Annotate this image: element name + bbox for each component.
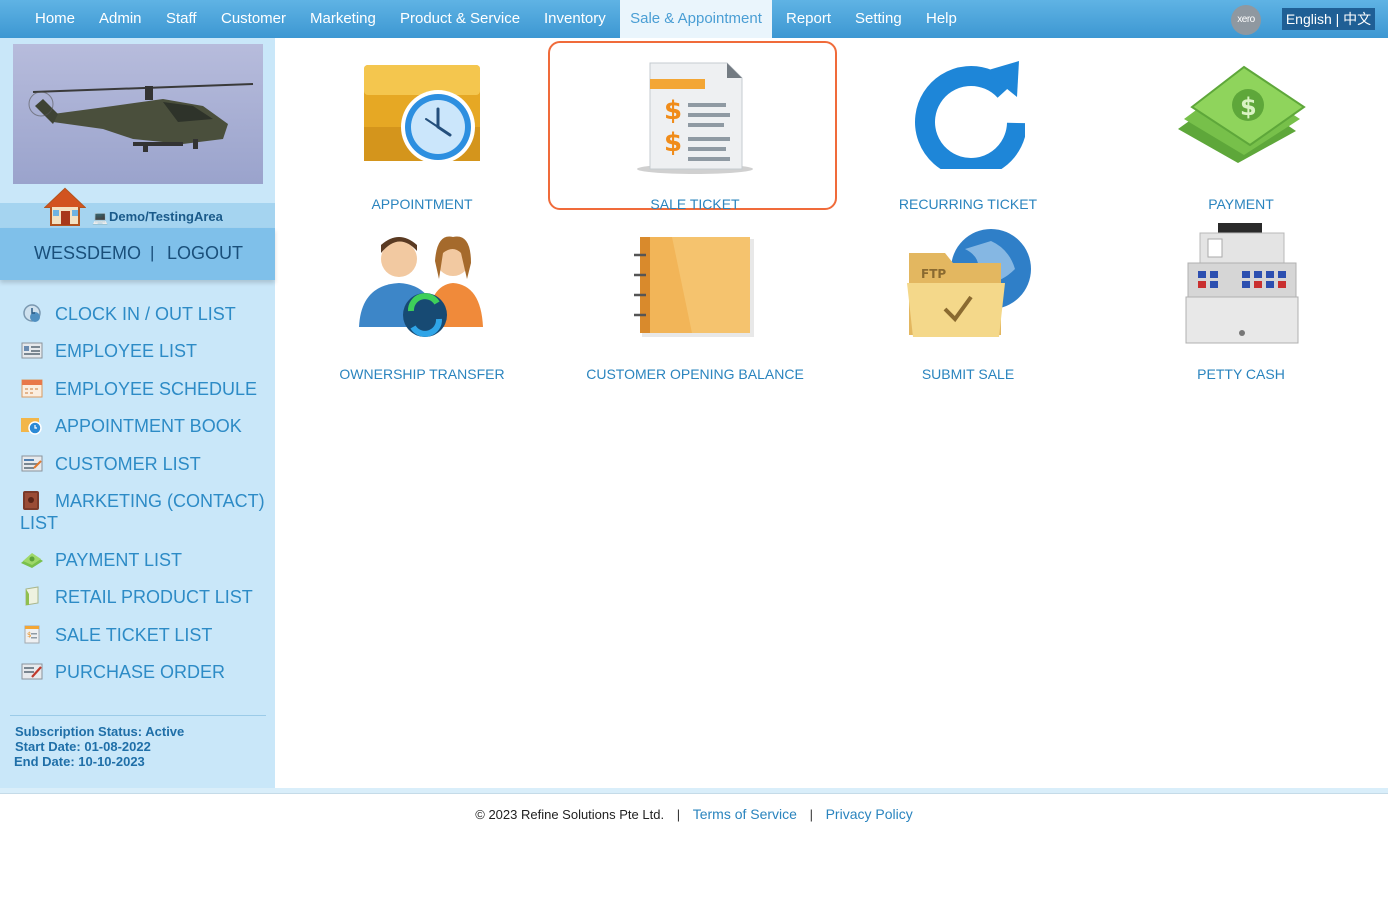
sidebar-item-customer-list[interactable]: CUSTOMER LIST <box>20 453 270 475</box>
nav-help[interactable]: Help <box>926 0 957 38</box>
tile-label: PAYMENT <box>1208 196 1274 212</box>
ftp-folder-icon: FTP <box>907 229 1031 337</box>
menu-label: CUSTOMER LIST <box>55 454 201 474</box>
money-icon <box>21 553 43 568</box>
nav-sale-appointment[interactable]: Sale & Appointment <box>620 0 772 38</box>
nav-product-service[interactable]: Product & Service <box>400 0 520 38</box>
sidebar-item-retail-product-list[interactable]: RETAIL PRODUCT LIST <box>20 586 270 608</box>
notebook-icon <box>634 237 754 337</box>
tile-label: RECURRING TICKET <box>898 196 1038 212</box>
copyright-text: © 2023 Refine Solutions Pte Ltd. <box>475 807 665 822</box>
appointment-clock-icon <box>364 65 480 164</box>
demo-area-label: Demo/TestingArea <box>109 209 223 224</box>
menu-label: PAYMENT LIST <box>55 550 183 570</box>
sidebar-item-payment-list[interactable]: PAYMENT LIST <box>20 549 270 571</box>
nav-admin[interactable]: Admin <box>99 0 142 38</box>
sale-ticket-icon: $ $ <box>637 62 753 174</box>
appointment-icon <box>21 418 42 435</box>
svg-text:$: $ <box>664 96 682 126</box>
cash-register-icon <box>1185 223 1299 344</box>
nav-marketing[interactable]: Marketing <box>310 0 376 38</box>
top-nav: Home Admin Staff Customer Marketing Prod… <box>0 0 1388 38</box>
menu-label: CLOCK IN / OUT LIST <box>55 304 236 324</box>
svg-text:$: $ <box>664 128 682 158</box>
menu-label: APPOINTMENT BOOK <box>55 416 242 436</box>
subscription-end-date: End Date: 10-10-2023 <box>14 754 145 769</box>
sidebar-item-sale-ticket-list[interactable]: $ SALE TICKET LIST <box>20 624 270 646</box>
tile-petty-cash[interactable]: PETTY CASH <box>1106 217 1376 382</box>
menu-label: EMPLOYEE LIST <box>55 341 198 361</box>
cash-icon: $ <box>1178 65 1306 163</box>
tile-sale-ticket[interactable]: $ $ SALE TICKET <box>560 47 830 212</box>
people-transfer-icon <box>359 236 483 337</box>
username-link[interactable]: WESSDEMO <box>34 243 141 264</box>
nav-home[interactable]: Home <box>35 0 75 38</box>
privacy-policy-link[interactable]: Privacy Policy <box>826 806 913 822</box>
product-icon <box>25 586 39 606</box>
nav-customer[interactable]: Customer <box>221 0 286 38</box>
tile-customer-opening-balance[interactable]: CUSTOMER OPENING BALANCE <box>560 217 830 382</box>
menu-label: MARKETING (CONTACT) LIST <box>20 491 265 533</box>
tile-label: APPOINTMENT <box>371 196 473 212</box>
home-icon[interactable] <box>44 187 86 227</box>
svg-text:$: $ <box>1240 93 1257 121</box>
nav-setting[interactable]: Setting <box>855 0 902 38</box>
tile-submit-sale[interactable]: FTP SUBMIT SALE <box>833 217 1103 382</box>
menu-label: RETAIL PRODUCT LIST <box>55 587 253 607</box>
xero-icon[interactable]: xero <box>1231 5 1261 35</box>
contact-book-icon <box>23 491 39 510</box>
clock-icon <box>23 304 41 322</box>
tile-payment[interactable]: $ PAYMENT <box>1106 47 1376 212</box>
terms-of-service-link[interactable]: Terms of Service <box>693 806 797 822</box>
laptop-icon: 💻 <box>92 210 109 225</box>
subscription-divider <box>10 715 266 716</box>
nav-staff[interactable]: Staff <box>166 0 197 38</box>
tile-label: SUBMIT SALE <box>921 366 1015 382</box>
menu-label: PURCHASE ORDER <box>55 662 226 682</box>
nav-report[interactable]: Report <box>786 0 831 38</box>
user-separator: | <box>150 243 155 262</box>
employee-card-icon <box>21 342 43 359</box>
footer-divider <box>0 788 1388 794</box>
sidebar-item-marketing-contact-list[interactable]: MARKETING (CONTACT) LIST <box>20 490 270 534</box>
sidebar-item-employee-schedule[interactable]: EMPLOYEE SCHEDULE <box>20 378 270 400</box>
purchase-order-icon <box>21 663 43 680</box>
sidebar-item-purchase-order[interactable]: PURCHASE ORDER <box>20 661 270 683</box>
helicopter-photo <box>13 44 263 184</box>
recurring-arrow-icon <box>915 61 1025 169</box>
tile-appointment[interactable]: APPOINTMENT <box>287 47 557 212</box>
logout-link[interactable]: LOGOUT <box>167 243 243 264</box>
sidebar-item-employee-list[interactable]: EMPLOYEE LIST <box>20 340 270 362</box>
tile-label: PETTY CASH <box>1197 366 1285 382</box>
tile-recurring-ticket[interactable]: RECURRING TICKET <box>833 47 1103 212</box>
tile-label: OWNERSHIP TRANSFER <box>339 366 505 382</box>
customer-list-icon <box>21 455 43 472</box>
ticket-icon: $ <box>24 625 40 644</box>
calendar-icon <box>21 379 43 398</box>
sidebar-item-appointment-book[interactable]: APPOINTMENT BOOK <box>20 415 270 437</box>
tile-ownership-transfer[interactable]: OWNERSHIP TRANSFER <box>287 217 557 382</box>
footer-separator: | <box>809 807 813 822</box>
tile-label: SALE TICKET <box>650 196 740 212</box>
tile-label: CUSTOMER OPENING BALANCE <box>586 366 804 382</box>
sidebar-item-clock-in-out[interactable]: CLOCK IN / OUT LIST <box>20 303 270 325</box>
menu-label: SALE TICKET LIST <box>55 625 213 645</box>
svg-text:FTP: FTP <box>921 267 946 281</box>
menu-label: EMPLOYEE SCHEDULE <box>55 379 258 399</box>
footer: © 2023 Refine Solutions Pte Ltd. | Terms… <box>0 806 1388 822</box>
svg-text:$: $ <box>27 631 31 639</box>
nav-inventory[interactable]: Inventory <box>544 0 606 38</box>
subscription-start-date: Start Date: 01-08-2022 <box>15 739 151 754</box>
subscription-status: Subscription Status: Active <box>15 724 185 739</box>
language-switch[interactable]: English | 中文 <box>1282 8 1375 30</box>
footer-separator: | <box>676 807 681 822</box>
sidebar: 💻 Demo/TestingArea WESSDEMO | LOGOUT CLO… <box>0 38 275 788</box>
